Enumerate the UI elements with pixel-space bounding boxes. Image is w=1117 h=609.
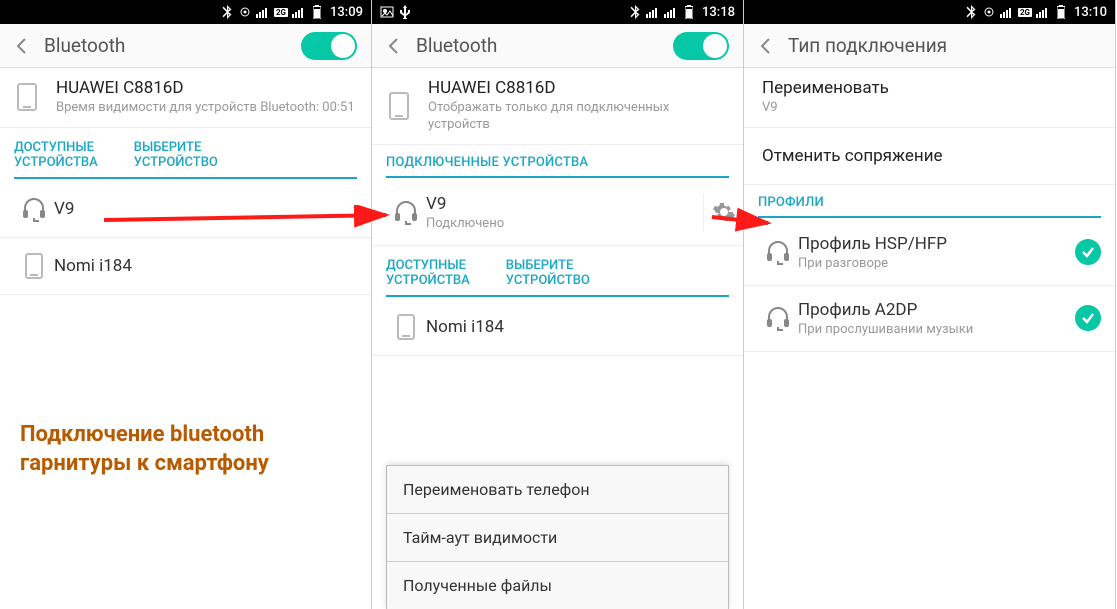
phone-icon xyxy=(386,313,426,341)
connected-device-v9[interactable]: V9 Подключено xyxy=(372,180,743,246)
signal-icon xyxy=(646,5,660,19)
connected-header: ПОДКЛЮЧЕННЫЕ УСТРОЙСТВА xyxy=(372,145,743,176)
profile-name: Профиль HSP/HFP xyxy=(798,234,1075,254)
device-v9[interactable]: V9 xyxy=(0,181,371,238)
profile-name: Профиль A2DP xyxy=(798,300,1075,320)
phone-icon xyxy=(384,91,414,121)
own-device-sub: Время видимости для устройств Bluetooth:… xyxy=(56,100,357,117)
headset-icon xyxy=(386,198,426,226)
menu-visibility-timeout[interactable]: Тайм-аут видимости xyxy=(387,514,728,562)
rename-sub: V9 xyxy=(762,100,1101,117)
network-badge: 2G xyxy=(1018,8,1032,17)
profile-sub: При разговоре xyxy=(798,256,1075,271)
device-status: Подключено xyxy=(426,216,703,231)
tab-select[interactable]: ВЫБЕРИТЕ УСТРОЙСТВО xyxy=(506,250,590,295)
own-device-name: HUAWEI C8816D xyxy=(428,78,729,98)
phone-screen-2: 13:18 Bluetooth HUAWEI C8816D Отображать… xyxy=(372,0,744,609)
battery-icon xyxy=(682,5,696,19)
action-bar: Bluetooth xyxy=(0,24,371,68)
phone-icon xyxy=(14,252,54,280)
phone-screen-3: 2G 13:10 Тип подключения Переименовать V… xyxy=(744,0,1116,609)
profile-sub: При прослушивании музыки xyxy=(798,322,1075,337)
gps-icon xyxy=(982,5,996,19)
profile-hsp-hfp[interactable]: Профиль HSP/HFP При разговоре xyxy=(744,220,1115,286)
signal-icon xyxy=(1000,5,1014,19)
rename-title: Переименовать xyxy=(762,78,1101,98)
profile-a2dp[interactable]: Профиль A2DP При прослушивании музыки xyxy=(744,286,1115,352)
tab-available[interactable]: ДОСТУПНЫЕ УСТРОЙСТВА xyxy=(386,250,470,295)
gps-icon xyxy=(238,5,252,19)
status-bar: 2G 13:09 xyxy=(0,0,371,24)
back-button[interactable] xyxy=(0,24,44,68)
unpair-row[interactable]: Отменить сопряжение xyxy=(744,128,1115,185)
photo-icon xyxy=(380,5,394,19)
signal-icon-2 xyxy=(1036,5,1050,19)
device-name: V9 xyxy=(54,199,357,219)
signal-icon xyxy=(256,5,270,19)
divider xyxy=(386,176,729,178)
divider xyxy=(386,295,729,297)
status-bar: 2G 13:10 xyxy=(744,0,1115,24)
page-title: Bluetooth xyxy=(44,34,301,57)
tabs: ДОСТУПНЫЕ УСТРОЙСТВА ВЫБЕРИТЕ УСТРОЙСТВО xyxy=(372,250,743,295)
bluetooth-toggle[interactable] xyxy=(673,32,729,60)
back-button[interactable] xyxy=(744,24,788,68)
battery-icon xyxy=(1054,5,1068,19)
action-bar: Bluetooth xyxy=(372,24,743,68)
headset-icon xyxy=(14,195,54,223)
bluetooth-toggle[interactable] xyxy=(301,32,357,60)
device-name: Nomi i184 xyxy=(54,256,357,276)
device-nomi[interactable]: Nomi i184 xyxy=(0,238,371,295)
options-menu: Переименовать телефон Тайм-аут видимости… xyxy=(386,465,729,609)
divider xyxy=(758,216,1101,218)
status-clock: 13:10 xyxy=(1074,5,1107,20)
own-device-row[interactable]: HUAWEI C8816D Отображать только для подк… xyxy=(372,68,743,145)
headset-icon xyxy=(758,238,798,266)
device-name: Nomi i184 xyxy=(426,317,729,337)
signal-icon-2 xyxy=(664,5,678,19)
back-button[interactable] xyxy=(372,24,416,68)
signal-icon-2 xyxy=(292,5,306,19)
profiles-header: ПРОФИЛИ xyxy=(744,185,1115,216)
check-icon[interactable] xyxy=(1075,305,1101,331)
headset-icon xyxy=(758,304,798,332)
own-device-row[interactable]: HUAWEI C8816D Время видимости для устрой… xyxy=(0,68,371,128)
check-icon[interactable] xyxy=(1075,239,1101,265)
network-badge: 2G xyxy=(274,8,288,17)
menu-rename-phone[interactable]: Переименовать телефон xyxy=(387,466,728,514)
page-title: Bluetooth xyxy=(416,34,673,57)
bluetooth-icon xyxy=(628,5,642,19)
menu-received-files[interactable]: Полученные файлы xyxy=(387,562,728,609)
phone-icon xyxy=(12,82,42,112)
divider xyxy=(14,177,357,179)
tab-select[interactable]: ВЫБЕРИТЕ УСТРОЙСТВО xyxy=(134,132,218,177)
own-device-sub: Отображать только для подключенных устро… xyxy=(428,100,729,134)
usb-icon xyxy=(398,5,412,19)
tabs: ДОСТУПНЫЕ УСТРОЙСТВА ВЫБЕРИТЕ УСТРОЙСТВО xyxy=(0,132,371,177)
device-settings-button[interactable] xyxy=(703,194,743,231)
unpair-title: Отменить сопряжение xyxy=(762,146,1097,166)
bluetooth-icon xyxy=(220,5,234,19)
battery-icon xyxy=(310,5,324,19)
rename-row[interactable]: Переименовать V9 xyxy=(744,68,1115,128)
action-bar: Тип подключения xyxy=(744,24,1115,68)
status-clock: 13:18 xyxy=(702,5,735,20)
phone-screen-1: 2G 13:09 Bluetooth HUAWEI C8816D Время в… xyxy=(0,0,372,609)
tab-available[interactable]: ДОСТУПНЫЕ УСТРОЙСТВА xyxy=(14,132,98,177)
device-name: V9 xyxy=(426,194,703,214)
own-device-name: HUAWEI C8816D xyxy=(56,78,357,98)
status-clock: 13:09 xyxy=(330,5,363,20)
bluetooth-icon xyxy=(964,5,978,19)
device-nomi[interactable]: Nomi i184 xyxy=(372,299,743,356)
status-bar: 13:18 xyxy=(372,0,743,24)
page-title: Тип подключения xyxy=(788,34,1109,57)
